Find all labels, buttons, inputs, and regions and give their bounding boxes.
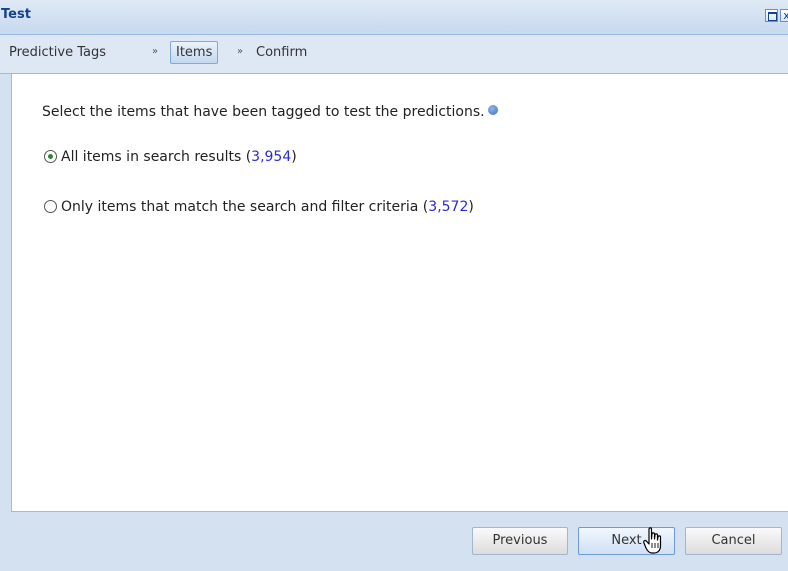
hand-cursor-icon <box>643 527 662 554</box>
breadcrumb-separator: » <box>237 46 244 57</box>
instruction-label: Select the items that have been tagged t… <box>42 104 485 120</box>
option-label-suffix: ) <box>468 199 474 215</box>
breadcrumb-separator: » <box>152 46 159 57</box>
item-count-link[interactable]: 3,572 <box>428 199 468 215</box>
instruction-text: Select the items that have been tagged t… <box>42 104 498 120</box>
radio-filtered-items[interactable] <box>44 200 57 213</box>
option-label-prefix: Only items that match the search and fil… <box>61 199 429 215</box>
option-label-prefix: All items in search results ( <box>61 149 252 165</box>
breadcrumb-step-items[interactable]: Items <box>170 41 219 64</box>
previous-button[interactable]: Previous <box>472 527 568 555</box>
cancel-button[interactable]: Cancel <box>685 527 782 555</box>
item-count-link[interactable]: 3,954 <box>251 149 291 165</box>
button-bar: Previous Next Cancel <box>0 513 788 571</box>
breadcrumb-step-confirm[interactable]: Confirm <box>256 45 307 60</box>
radio-all-items[interactable] <box>44 150 57 163</box>
content-panel: Select the items that have been tagged t… <box>11 74 788 512</box>
option-label-suffix: ) <box>291 149 297 165</box>
title-bar: Test x <box>0 0 788 35</box>
window-title: Test <box>1 7 31 22</box>
breadcrumb-step-predictive-tags[interactable]: Predictive Tags <box>9 45 106 60</box>
option-filtered-items[interactable]: Only items that match the search and fil… <box>44 199 474 215</box>
info-icon[interactable] <box>487 105 498 115</box>
maximize-icon[interactable] <box>765 9 778 22</box>
option-all-items[interactable]: All items in search results (3,954) <box>44 149 297 165</box>
breadcrumb: Predictive Tags » Items » Confirm <box>0 35 788 74</box>
close-icon[interactable]: x <box>780 9 788 22</box>
dialog-window: Test x Predictive Tags » Items » Confirm… <box>0 0 788 571</box>
